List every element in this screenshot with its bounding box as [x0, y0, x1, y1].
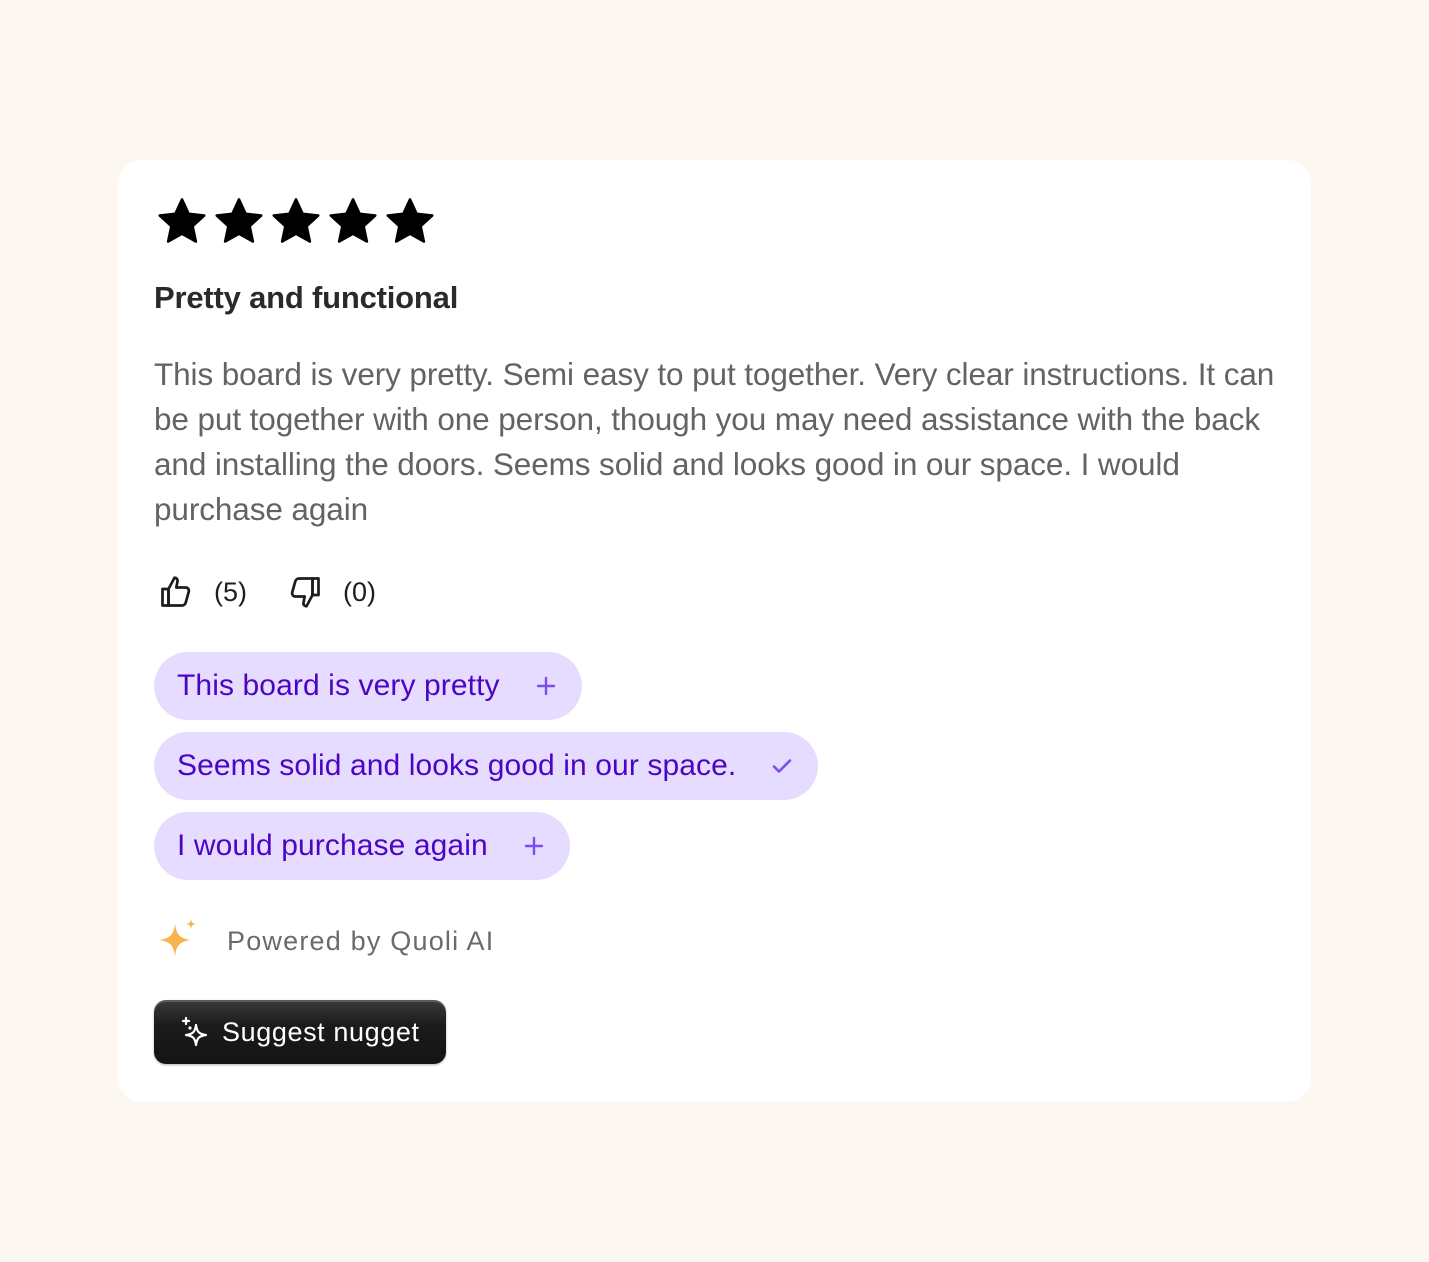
- suggest-nugget-button[interactable]: Suggest nugget: [154, 1000, 446, 1064]
- thumbs-down-icon[interactable]: [285, 572, 325, 612]
- check-icon[interactable]: [770, 754, 794, 778]
- plus-icon[interactable]: [522, 834, 546, 858]
- sparkle-icon: [155, 918, 201, 964]
- star-icon: [384, 196, 441, 250]
- downvote-count: (0): [343, 576, 376, 607]
- powered-by-label: Powered by Quoli AI: [227, 925, 495, 956]
- review-body: This board is very pretty. Semi easy to …: [154, 356, 1275, 527]
- suggest-nugget-label: Suggest nugget: [222, 1016, 420, 1047]
- downvote: (0): [283, 572, 376, 612]
- powered-by: Powered by Quoli AI: [154, 918, 1275, 964]
- review-title: Pretty and functional: [154, 280, 459, 315]
- star-icon: [270, 196, 327, 250]
- plus-icon[interactable]: [534, 674, 558, 698]
- nugget-chip[interactable]: I would purchase again: [154, 812, 570, 880]
- nugget-list: This board is very pretty Seems solid an…: [154, 652, 1275, 880]
- star-rating: [156, 196, 1275, 250]
- upvote: (5): [154, 572, 247, 612]
- star-icon: [156, 196, 213, 250]
- nugget-chip[interactable]: This board is very pretty: [154, 652, 582, 720]
- nugget-chip[interactable]: Seems solid and looks good in our space.: [154, 732, 819, 800]
- star-icon: [327, 196, 384, 250]
- nugget-label: This board is very pretty: [177, 669, 500, 702]
- upvote-count: (5): [214, 576, 247, 607]
- nugget-label: I would purchase again: [177, 829, 488, 862]
- review-card: Pretty and functional This board is very…: [118, 160, 1311, 1102]
- sparkle-icon: [178, 1015, 212, 1049]
- thumbs-up-icon[interactable]: [156, 572, 196, 612]
- star-icon: [213, 196, 270, 250]
- vote-bar: (5) (0): [154, 572, 1275, 612]
- nugget-label: Seems solid and looks good in our space.: [177, 749, 737, 782]
